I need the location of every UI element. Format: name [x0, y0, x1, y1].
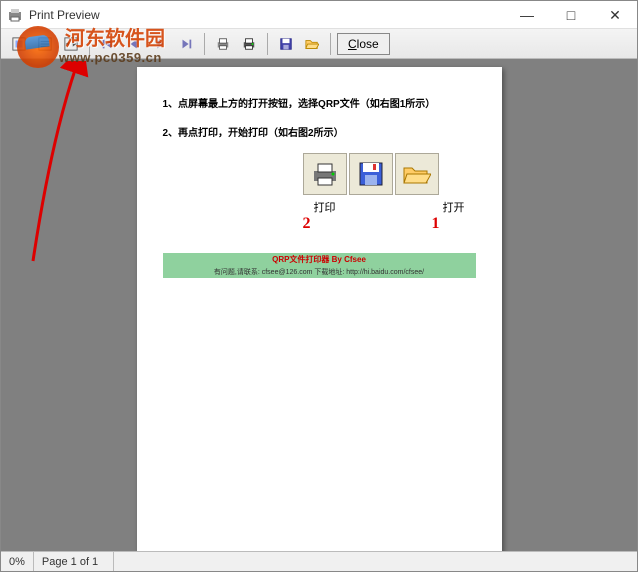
page-save-icon: [349, 153, 393, 195]
zoom-fit-button[interactable]: [7, 32, 31, 56]
separator: [204, 33, 205, 55]
page-icon-row: [303, 153, 476, 195]
print-button[interactable]: [237, 32, 261, 56]
minimize-button[interactable]: —: [505, 1, 549, 29]
window-title: Print Preview: [29, 8, 100, 22]
close-window-button[interactable]: ✕: [593, 1, 637, 29]
save-button[interactable]: [274, 32, 298, 56]
page-footer: QRP文件打印器 By Cfsee 有问题,请联系: cfsee@126.com…: [163, 253, 476, 278]
separator: [89, 33, 90, 55]
open-button[interactable]: [300, 32, 324, 56]
page-print-icon: [303, 153, 347, 195]
zoom-100-button[interactable]: [33, 32, 57, 56]
separator: [330, 33, 331, 55]
status-percent: 0%: [1, 552, 34, 571]
page-open-icon: [395, 153, 439, 195]
close-label: lose: [357, 37, 379, 51]
separator: [267, 33, 268, 55]
nav-last-button[interactable]: [174, 32, 198, 56]
nav-first-button[interactable]: [96, 32, 120, 56]
label-spacer: [385, 199, 394, 233]
instruction-2: 2、再点打印，开始打印（如右图2所示）: [163, 124, 476, 139]
close-preview-button[interactable]: Close: [337, 33, 390, 55]
page-icon-labels: 打印 2 打开 1: [303, 199, 476, 233]
footer-title: QRP文件打印器 By Cfsee: [163, 253, 476, 266]
nav-next-button[interactable]: [148, 32, 172, 56]
red-number-1: 1: [432, 215, 476, 233]
app-icon: [7, 7, 23, 23]
zoom-width-button[interactable]: [59, 32, 83, 56]
status-empty: [114, 552, 637, 571]
statusbar: 0% Page 1 of 1: [1, 551, 637, 571]
label-print: 打印 2: [303, 199, 347, 233]
maximize-button[interactable]: □: [549, 1, 593, 29]
titlebar: Print Preview — □ ✕: [1, 1, 637, 29]
print-setup-button[interactable]: [211, 32, 235, 56]
instruction-1: 1、点屏幕最上方的打开按钮，选择QRP文件（如右图1所示）: [163, 95, 476, 110]
label-open: 打开 1: [432, 199, 476, 233]
label-print-text: 打印: [303, 199, 347, 215]
toolbar: Close: [1, 29, 637, 59]
window-controls: — □ ✕: [505, 1, 637, 29]
status-page: Page 1 of 1: [34, 552, 114, 571]
label-open-text: 打开: [432, 199, 476, 215]
preview-page: 1、点屏幕最上方的打开按钮，选择QRP文件（如右图1所示） 2、再点打印，开始打…: [137, 67, 502, 551]
red-number-2: 2: [303, 215, 347, 233]
nav-prev-button[interactable]: [122, 32, 146, 56]
preview-area[interactable]: 1、点屏幕最上方的打开按钮，选择QRP文件（如右图1所示） 2、再点打印，开始打…: [1, 59, 637, 551]
footer-contact: 有问题,请联系: cfsee@126.com 下载地址: http://hi.b…: [163, 266, 476, 278]
